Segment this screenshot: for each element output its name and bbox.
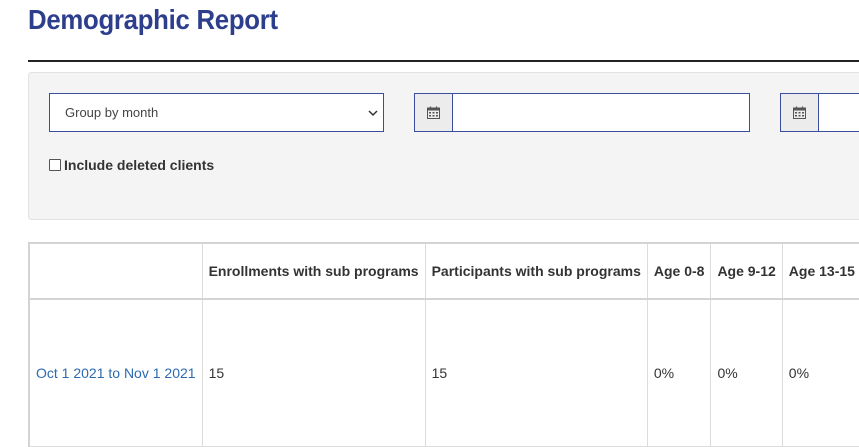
period-link[interactable]: Oct 1 2021 to Nov 1 2021	[28, 298, 203, 447]
column-header[interactable]: Age 13-15	[781, 242, 859, 300]
age-0-8-cell: 0%	[646, 298, 712, 447]
age-13-15-cell: 0%	[781, 298, 859, 447]
table-row: Oct 1 2021 to Nov 1 2021 15 15 0% 0% 0%	[28, 298, 859, 447]
column-header[interactable]: Participants with sub programs	[424, 242, 648, 300]
column-header	[28, 242, 203, 300]
end-date-field[interactable]	[780, 93, 859, 132]
start-date-addon[interactable]	[415, 94, 453, 131]
page-title: Demographic Report	[28, 4, 278, 35]
column-header[interactable]: Age 9-12	[710, 242, 783, 300]
age-9-12-cell: 0%	[710, 298, 783, 447]
group-by-select[interactable]: Group by month	[49, 93, 384, 132]
table-header-row: Enrollments with sub programs Participan…	[28, 242, 859, 300]
calendar-icon	[793, 106, 806, 119]
title-divider	[28, 60, 859, 62]
calendar-icon	[427, 106, 440, 119]
participants-cell: 15	[424, 298, 648, 447]
start-date-field[interactable]	[414, 93, 750, 132]
checkbox-box[interactable]	[49, 159, 61, 171]
column-header[interactable]: Age 0-8	[646, 242, 712, 300]
enrollments-cell: 15	[201, 298, 426, 447]
include-deleted-checkbox[interactable]: Include deleted clients	[49, 157, 214, 173]
column-header[interactable]: Enrollments with sub programs	[201, 242, 426, 300]
chevron-down-icon	[368, 110, 378, 117]
end-date-addon[interactable]	[781, 94, 819, 131]
filter-panel: Group by month Include deleted clients	[28, 72, 859, 220]
demographic-table: Enrollments with sub programs Participan…	[28, 242, 859, 447]
group-by-value: Group by month	[65, 105, 159, 120]
include-deleted-label: Include deleted clients	[64, 157, 215, 173]
